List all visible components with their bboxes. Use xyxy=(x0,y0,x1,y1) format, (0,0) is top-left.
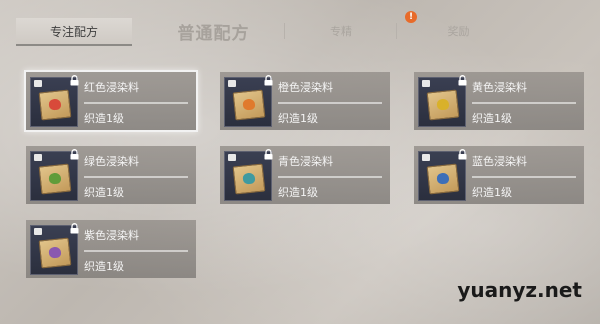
category-icon xyxy=(34,80,42,87)
dye-blob xyxy=(436,172,450,185)
category-icon xyxy=(34,154,42,161)
recipe-name: 青色浸染料 xyxy=(278,155,333,168)
category-icon xyxy=(34,228,42,235)
recipe-card-cyan[interactable]: 青色浸染料 织造1级 xyxy=(220,146,390,204)
tab-divider xyxy=(284,23,285,39)
dye-blob xyxy=(242,172,256,185)
recipe-divider xyxy=(84,250,188,252)
lock-icon xyxy=(458,75,467,86)
recipe-name: 黄色浸染料 xyxy=(472,81,527,94)
recipe-scroll-icon xyxy=(38,237,72,269)
recipe-card-orange[interactable]: 橙色浸染料 织造1级 xyxy=(220,72,390,130)
recipe-name: 绿色浸染料 xyxy=(84,155,139,168)
recipe-card-blue[interactable]: 蓝色浸染料 织造1级 xyxy=(414,146,584,204)
recipe-divider xyxy=(84,102,188,104)
recipe-divider xyxy=(278,176,382,178)
lock-icon xyxy=(264,75,273,86)
recipe-scroll-icon xyxy=(38,163,72,195)
recipe-divider xyxy=(84,176,188,178)
tab-normal-recipes[interactable]: 普通配方 xyxy=(166,18,261,44)
dye-blob xyxy=(48,172,62,185)
recipe-card-yellow[interactable]: 黄色浸染料 织造1级 xyxy=(414,72,584,130)
recipe-scroll-icon xyxy=(232,89,266,121)
recipe-card-purple[interactable]: 紫色浸染料 织造1级 xyxy=(26,220,196,278)
category-icon xyxy=(422,80,430,87)
dye-blob xyxy=(48,246,62,259)
recipe-card-red[interactable]: 红色浸染料 织造1级 xyxy=(26,72,196,130)
recipe-divider xyxy=(278,102,382,104)
category-icon xyxy=(228,154,236,161)
recipe-level: 织造1级 xyxy=(84,186,124,199)
dye-blob xyxy=(242,98,256,111)
dye-blob xyxy=(48,98,62,111)
watermark: yuanyz.net xyxy=(457,278,582,302)
lock-icon xyxy=(70,75,79,86)
tab-rewards[interactable]: 奖励 xyxy=(431,18,486,44)
recipe-level: 织造1级 xyxy=(472,112,512,125)
tab-focus-recipes[interactable]: 专注配方 xyxy=(16,18,132,46)
recipe-level: 织造1级 xyxy=(472,186,512,199)
category-icon xyxy=(228,80,236,87)
lock-icon xyxy=(264,149,273,160)
recipe-card-green[interactable]: 绿色浸染料 织造1级 xyxy=(26,146,196,204)
tab-bar: 专注配方 普通配方 专精 ! 奖励 xyxy=(16,11,586,46)
recipe-scroll-icon xyxy=(426,89,460,121)
tab-divider xyxy=(396,23,397,39)
recipe-name: 紫色浸染料 xyxy=(84,229,139,242)
recipe-name: 橙色浸染料 xyxy=(278,81,333,94)
lock-icon xyxy=(70,149,79,160)
recipe-scroll-icon xyxy=(38,89,72,121)
tab-specialization[interactable]: 专精 xyxy=(316,18,366,44)
lock-icon xyxy=(458,149,467,160)
recipe-scroll-icon xyxy=(232,163,266,195)
recipe-scroll-icon xyxy=(426,163,460,195)
recipe-name: 蓝色浸染料 xyxy=(472,155,527,168)
lock-icon xyxy=(70,223,79,234)
recipe-name: 红色浸染料 xyxy=(84,81,139,94)
recipe-divider xyxy=(472,176,576,178)
recipe-divider xyxy=(472,102,576,104)
alert-badge: ! xyxy=(405,11,417,23)
recipe-level: 织造1级 xyxy=(84,260,124,273)
category-icon xyxy=(422,154,430,161)
recipe-level: 织造1级 xyxy=(278,112,318,125)
recipe-level: 织造1级 xyxy=(84,112,124,125)
recipe-level: 织造1级 xyxy=(278,186,318,199)
dye-blob xyxy=(436,98,450,111)
